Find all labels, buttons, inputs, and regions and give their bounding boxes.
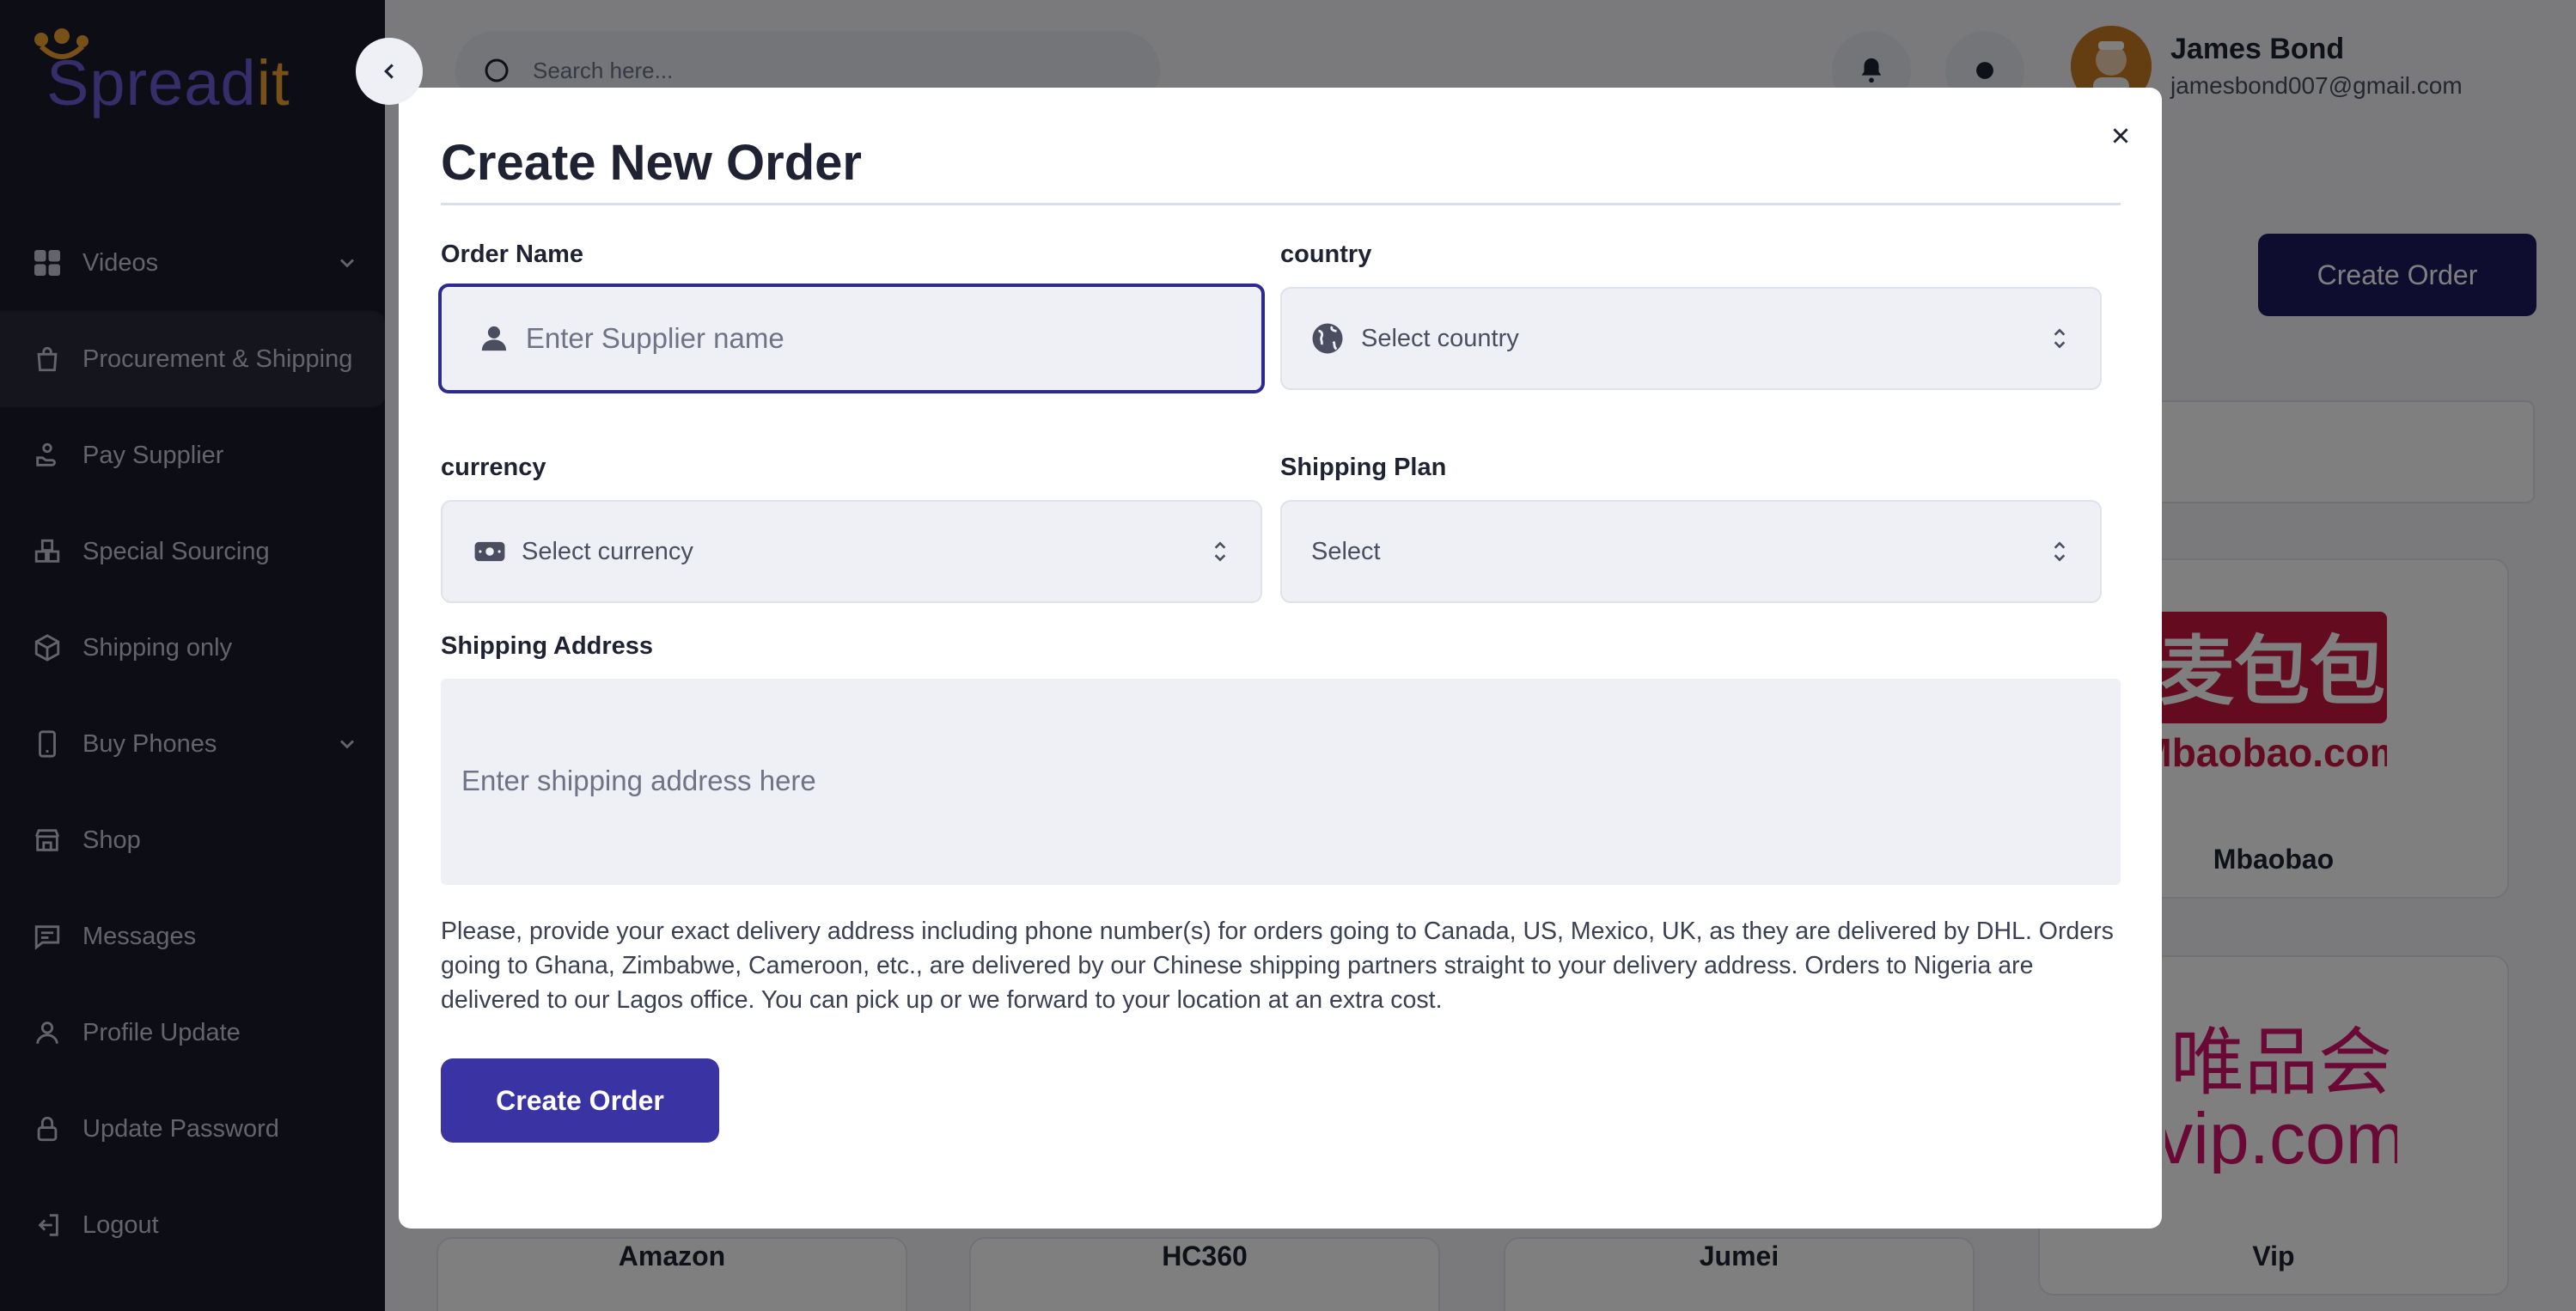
chevron-up-down-icon (1214, 541, 1226, 562)
modal-title: Create New Order (441, 135, 862, 191)
chevron-left-icon (384, 64, 394, 79)
order-name-input[interactable] (525, 322, 1261, 355)
user-icon (481, 326, 507, 351)
shipping-plan-label: Shipping Plan (1280, 454, 1447, 481)
shipping-address-label: Shipping Address (441, 632, 654, 660)
sidebar-collapse-button[interactable] (356, 38, 423, 105)
shipping-address-field[interactable] (441, 679, 2121, 885)
currency-label: currency (441, 454, 546, 481)
country-label: country (1280, 241, 1372, 268)
cash-icon (474, 541, 505, 562)
country-select-value: Select country (1361, 324, 1519, 352)
shipping-plan-select-value: Select (1311, 537, 1381, 565)
order-name-label: Order Name (441, 241, 584, 268)
country-select[interactable]: Select country (1280, 287, 2102, 390)
delivery-note: Please, provide your exact delivery addr… (441, 918, 2114, 1014)
close-icon (2113, 128, 2128, 143)
chevron-up-down-icon (2054, 328, 2066, 349)
globe-icon (1312, 323, 1343, 354)
shipping-address-input[interactable] (461, 765, 2094, 816)
shipping-plan-select[interactable]: Select (1280, 500, 2102, 603)
currency-select-value: Select currency (522, 537, 693, 565)
chevron-up-down-icon (2054, 541, 2066, 562)
close-button[interactable] (2100, 115, 2141, 156)
create-order-submit-button[interactable]: Create Order (441, 1058, 719, 1143)
currency-select[interactable]: Select currency (441, 500, 1262, 603)
order-name-field[interactable] (438, 284, 1265, 393)
title-divider (441, 203, 2121, 205)
